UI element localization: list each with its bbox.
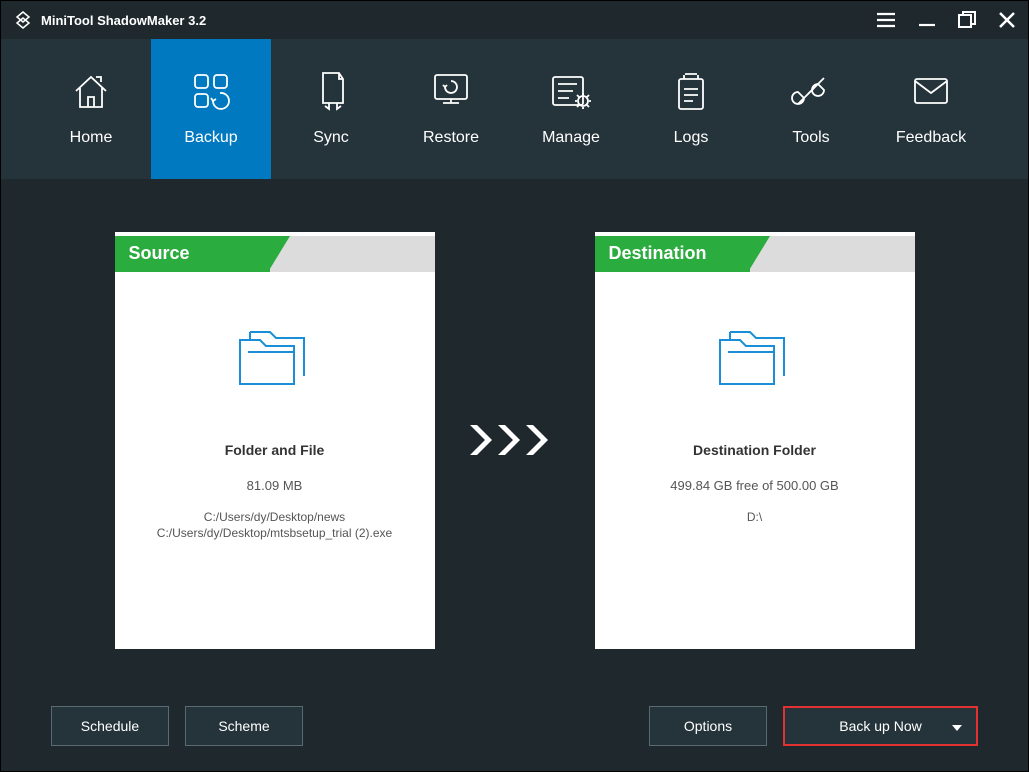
nav-label: Restore [423,129,479,147]
maximize-icon[interactable] [958,11,976,29]
destination-header: Destination [595,236,750,272]
tools-icon [790,71,832,111]
source-card[interactable]: Source Folder and File 81.09 MB C:/Users… [115,232,435,649]
backup-now-label: Back up Now [839,718,921,734]
content-area: Source Folder and File 81.09 MB C:/Users… [1,179,1028,681]
close-icon[interactable] [998,11,1016,29]
nav-tools[interactable]: Tools [751,39,871,179]
minimize-icon[interactable] [918,12,936,28]
destination-card[interactable]: Destination Destination Folder 499.84 GB… [595,232,915,649]
backup-now-button[interactable]: Back up Now [783,706,978,746]
nav-label: Logs [674,129,709,147]
nav-label: Manage [542,129,600,147]
folder-icon [712,322,797,402]
nav-label: Feedback [896,129,966,147]
nav-manage[interactable]: Manage [511,39,631,179]
schedule-button[interactable]: Schedule [51,706,169,746]
folder-icon [232,322,317,402]
nav-logs[interactable]: Logs [631,39,751,179]
manage-icon [549,71,593,111]
restore-icon [429,71,473,111]
nav-sync[interactable]: Sync [271,39,391,179]
main-nav: Home Backup Sync [1,39,1028,179]
nav-home[interactable]: Home [31,39,151,179]
destination-title: Destination Folder [693,442,816,458]
nav-label: Tools [792,129,829,147]
nav-label: Backup [184,129,237,147]
nav-label: Sync [313,129,349,147]
destination-space: 499.84 GB free of 500.00 GB [670,478,838,493]
nav-restore[interactable]: Restore [391,39,511,179]
sync-icon [313,71,349,111]
source-size: 81.09 MB [247,478,303,493]
titlebar: MiniTool ShadowMaker 3.2 [1,1,1028,39]
nav-backup[interactable]: Backup [151,39,271,179]
caret-down-icon [952,718,962,734]
source-header: Source [115,236,270,272]
application-window: MiniTool ShadowMaker 3.2 Home [0,0,1029,772]
home-icon [70,71,112,111]
logs-icon [671,71,711,111]
app-title: MiniTool ShadowMaker 3.2 [41,13,206,28]
nav-feedback[interactable]: Feedback [871,39,991,179]
app-logo-icon [13,10,33,30]
source-path-1: C:/Users/dy/Desktop/news [157,509,392,526]
source-title: Folder and File [225,442,325,458]
source-path-2: C:/Users/dy/Desktop/mtsbsetup_trial (2).… [157,525,392,542]
menu-icon[interactable] [876,12,896,28]
options-button[interactable]: Options [649,706,767,746]
nav-label: Home [70,129,113,147]
feedback-icon [909,71,953,111]
arrows-icon [465,420,565,460]
scheme-button[interactable]: Scheme [185,706,303,746]
footer: Schedule Scheme Options Back up Now [1,681,1028,771]
destination-drive: D:\ [747,509,762,526]
backup-icon [189,71,233,111]
